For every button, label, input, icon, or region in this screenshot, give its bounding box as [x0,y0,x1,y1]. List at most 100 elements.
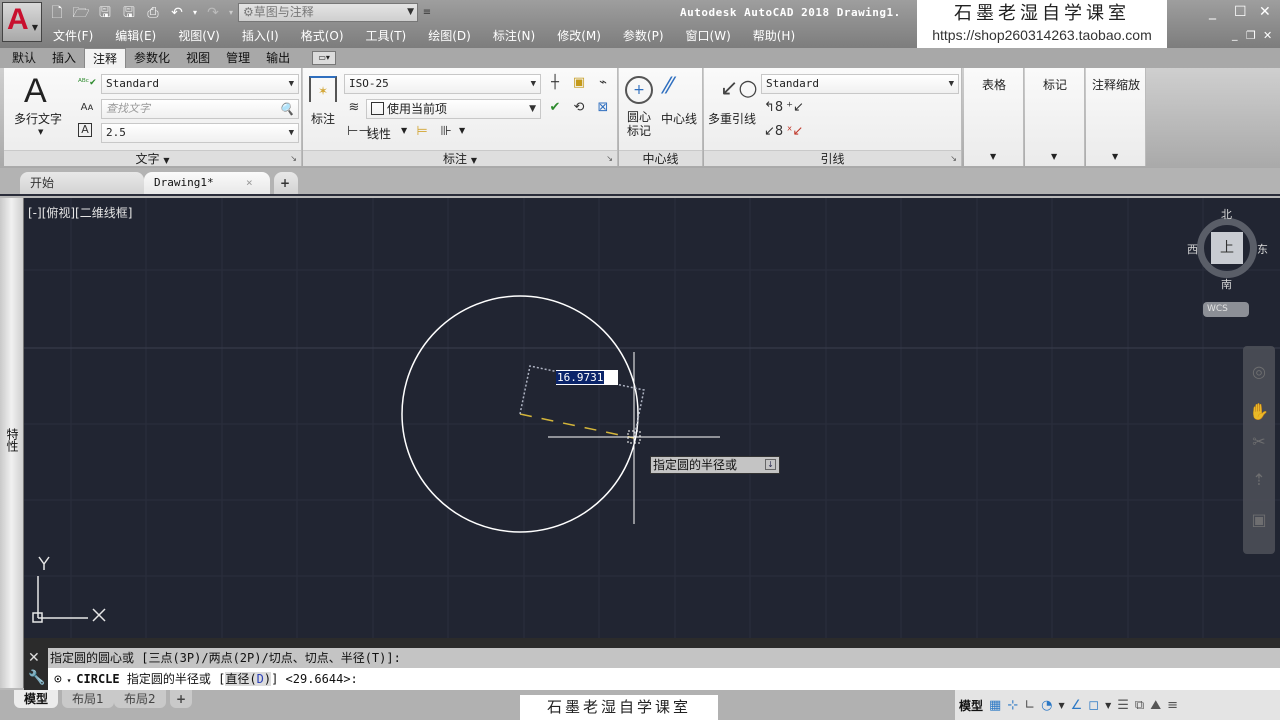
tab-view[interactable]: 视图 [178,48,218,68]
layout-tab-model[interactable]: 模型 [14,690,59,708]
quick-dim-icon[interactable]: ⊨ [413,123,431,141]
spell-check-icon[interactable]: ᴬᴮᶜ✔ [78,74,97,92]
dimension-button[interactable]: 标注 [311,110,335,127]
center-mark-button[interactable]: 圆心 标记 [627,110,651,138]
dimension-icon[interactable]: ✶ [309,76,337,102]
dialog-launcher-icon[interactable]: ↘ [950,151,957,167]
chevron-down-icon[interactable]: ▼ [401,126,407,135]
recent-commands-icon[interactable]: ⊙ [54,672,62,687]
pan-hand-icon[interactable]: ✋ [1249,402,1269,422]
menu-window[interactable]: 窗口(W) [675,26,742,46]
text-style-select[interactable]: Standard ▼ [101,74,299,94]
viewcube[interactable]: 上 北 南 西 东 WCS [1187,206,1268,317]
osnap-icon[interactable]: ◻ [1088,698,1099,713]
find-replace-icon[interactable]: 🔍 [279,100,294,118]
compass-west[interactable]: 西 [1187,241,1198,257]
save-icon[interactable]: 🖫 [96,5,114,21]
snap-icon[interactable]: ⊹ [1007,698,1018,713]
menu-format[interactable]: 格式(O) [290,26,355,46]
remove-leader-icon[interactable]: ˣ↙ [786,123,804,141]
steering-wheel-icon[interactable]: ◎ [1249,362,1269,382]
collect-leaders-icon[interactable]: ↙8 [764,123,783,141]
new-icon[interactable]: 🗋 [48,5,66,21]
save-as-icon[interactable]: 🖫 [120,5,138,21]
layout-tab-layout2[interactable]: 布局2 [114,690,166,708]
tab-insert[interactable]: 插入 [44,48,84,68]
doc-restore-button[interactable]: ❐ [1246,29,1256,42]
customize-qat-icon[interactable]: ≡ [418,5,436,21]
showmotion-icon[interactable]: ▣ [1249,510,1269,530]
close-icon[interactable]: × [246,172,253,194]
dynamic-input-field[interactable]: 16.9731 [556,370,618,385]
tab-home[interactable]: 默认 [4,48,44,68]
tab-drawing1[interactable]: Drawing1* × [144,172,270,194]
chevron-down-icon[interactable]: ▾ [62,676,76,685]
dialog-launcher-icon[interactable]: ↘ [606,151,613,167]
menu-edit[interactable]: 编辑(E) [104,26,167,46]
close-command-line-icon[interactable]: ✕ [28,650,40,666]
dim-layer-select[interactable]: 使用当前项 ▼ [366,99,541,119]
viewport-controls[interactable]: [-][俯视][二维线框] [28,204,132,221]
menu-draw[interactable]: 绘图(D) [417,26,482,46]
table-panel-collapsed[interactable]: 表格 ▼ [964,68,1024,166]
linear-dim-icon[interactable]: ⊢⊣ [347,123,370,141]
application-menu-button[interactable]: A ▼ [2,2,42,42]
centerline-icon[interactable]: ⁄⁄ [665,74,672,99]
ortho-icon[interactable]: ∟ [1024,698,1035,713]
chevron-down-icon[interactable]: ▼ [459,126,465,135]
leader-panel-title[interactable]: 引线 ↘ [704,150,961,166]
chevron-down-icon[interactable]: ▼ [38,128,43,136]
grid-icon[interactable]: ▦ [989,698,1001,713]
minimize-button[interactable]: _ [1209,4,1216,20]
command-input[interactable]: ⊙ ▾ CIRCLE 指定圆的半径或 [直径(D)] <29.6644>: [48,668,1280,690]
doc-minimize-button[interactable]: _ [1232,28,1238,41]
menu-file[interactable]: 文件(F) [42,26,104,46]
centerline-button[interactable]: 中心线 [661,110,697,127]
ribbon-minimize-toggle[interactable]: ▭▾ [312,51,337,65]
redo-icon[interactable]: ↷ [204,5,222,21]
markup-panel-collapsed[interactable]: 标记 ▼ [1025,68,1085,166]
dim-break-icon[interactable]: ┼ [546,74,564,92]
add-leader-icon[interactable]: ⁺↙ [786,99,804,117]
tab-output[interactable]: 输出 [258,48,298,68]
annotation-scaling-panel-collapsed[interactable]: 注释缩放 ▼ [1086,68,1146,166]
compass-north[interactable]: 北 [1221,206,1232,222]
menu-parametric[interactable]: 参数(P) [612,26,675,46]
chevron-down-icon[interactable]: ▼ [1105,701,1111,710]
menu-help[interactable]: 帮助(H) [742,26,806,46]
tab-parametric[interactable]: 参数化 [126,48,178,68]
find-text-input[interactable]: 查找文字 🔍 [101,99,299,119]
properties-palette-collapsed[interactable]: 特性 [0,198,24,688]
zoom-icon[interactable]: ✂ [1249,432,1269,452]
open-icon[interactable]: 🗁 [72,5,90,21]
dim-style-select[interactable]: ISO-25 ▼ [344,74,541,94]
continue-dim-icon[interactable]: ⊪ [437,123,455,141]
add-layout-button[interactable]: + [170,690,193,708]
options-dropdown-icon[interactable]: ↓ [765,459,776,470]
tab-annotate[interactable]: 注释 [84,48,127,68]
chevron-down-icon[interactable]: ▼ [1058,701,1064,710]
ucs-menu-button[interactable]: WCS [1203,302,1249,317]
option-diameter[interactable]: 直径(D) [225,672,272,686]
orbit-icon[interactable]: ⇡ [1249,470,1269,490]
layout-tab-layout1[interactable]: 布局1 [62,690,114,708]
polar-icon[interactable]: ◔ [1041,698,1052,713]
menu-tools[interactable]: 工具(T) [355,26,418,46]
mtext-icon[interactable]: A [24,72,47,111]
lineweight-icon[interactable]: ☰ [1117,698,1129,713]
text-panel-title[interactable]: 文字 ▼ ↘ [4,150,301,166]
model-space-toggle[interactable]: 模型 [959,697,983,714]
doc-close-button[interactable]: ✕ [1263,29,1272,42]
dim-jog-icon[interactable]: ⌁ [594,74,612,92]
text-height-select[interactable]: 2.5 ▼ [101,123,299,143]
multileader-style-select[interactable]: Standard ▼ [761,74,959,94]
menu-insert[interactable]: 插入(I) [231,26,290,46]
annotation-monitor-icon[interactable]: ⛰ [1150,698,1161,713]
customize-wrench-icon[interactable]: 🔧 [28,670,45,686]
compass-south[interactable]: 南 [1221,276,1232,292]
new-tab-button[interactable]: + [274,172,298,194]
dim-reassociate-icon[interactable]: ⊠ [594,99,612,117]
menu-view[interactable]: 视图(V) [167,26,231,46]
undo-dropdown-icon[interactable]: ▾ [186,5,204,21]
drawing-canvas[interactable]: [-][俯视][二维线框] Y 上 北 南 西 东 WCS ◎ ✋ ✂ ⇡ ▣ … [24,198,1280,638]
